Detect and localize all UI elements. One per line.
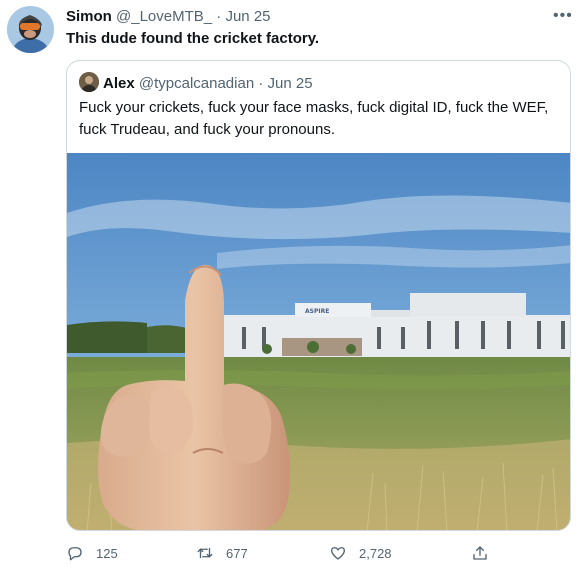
quoted-author-name[interactable]: Alex [103,75,135,92]
quoted-tweet[interactable]: Alex @typcalcanadian · Jun 25 Fuck your … [66,60,571,531]
retweet-button[interactable]: 677 [196,541,248,565]
quoted-tweet-photo[interactable]: ASPIRE [67,153,570,530]
reply-icon [68,547,82,561]
share-icon [473,546,487,560]
retweet-count: 677 [226,545,248,561]
separator-dot: · [258,75,264,92]
reply-count: 125 [96,545,118,561]
building-sign: ASPIRE [305,308,329,315]
retweet-icon [197,547,213,559]
quoted-tweet-header: Alex @typcalcanadian · Jun 25 [79,72,313,93]
quoted-tweet-text: Fuck your crickets, fuck your face masks… [79,99,549,138]
like-count: 2,728 [359,545,392,561]
share-button[interactable] [471,541,489,565]
quoted-author-handle[interactable]: @typcalcanadian [139,75,254,92]
separator-dot: · [216,8,222,25]
author-handle[interactable]: @_LoveMTB_ [116,8,212,25]
quoted-tweet-date[interactable]: Jun 25 [268,75,313,92]
tweet-date[interactable]: Jun 25 [225,8,270,25]
like-button[interactable]: 2,728 [329,541,392,565]
tweet-header: Simon @_LoveMTB_ · Jun 25 [66,8,271,26]
quoted-author-avatar[interactable] [79,72,99,92]
author-avatar[interactable] [7,6,54,53]
tweet-actions: 125 677 2,728 [66,541,571,565]
author-name[interactable]: Simon [66,8,112,25]
heart-icon [330,547,346,560]
more-icon[interactable]: ••• [553,8,573,24]
tweet-text: This dude found the cricket factory. [66,30,320,47]
reply-button[interactable]: 125 [66,541,118,565]
